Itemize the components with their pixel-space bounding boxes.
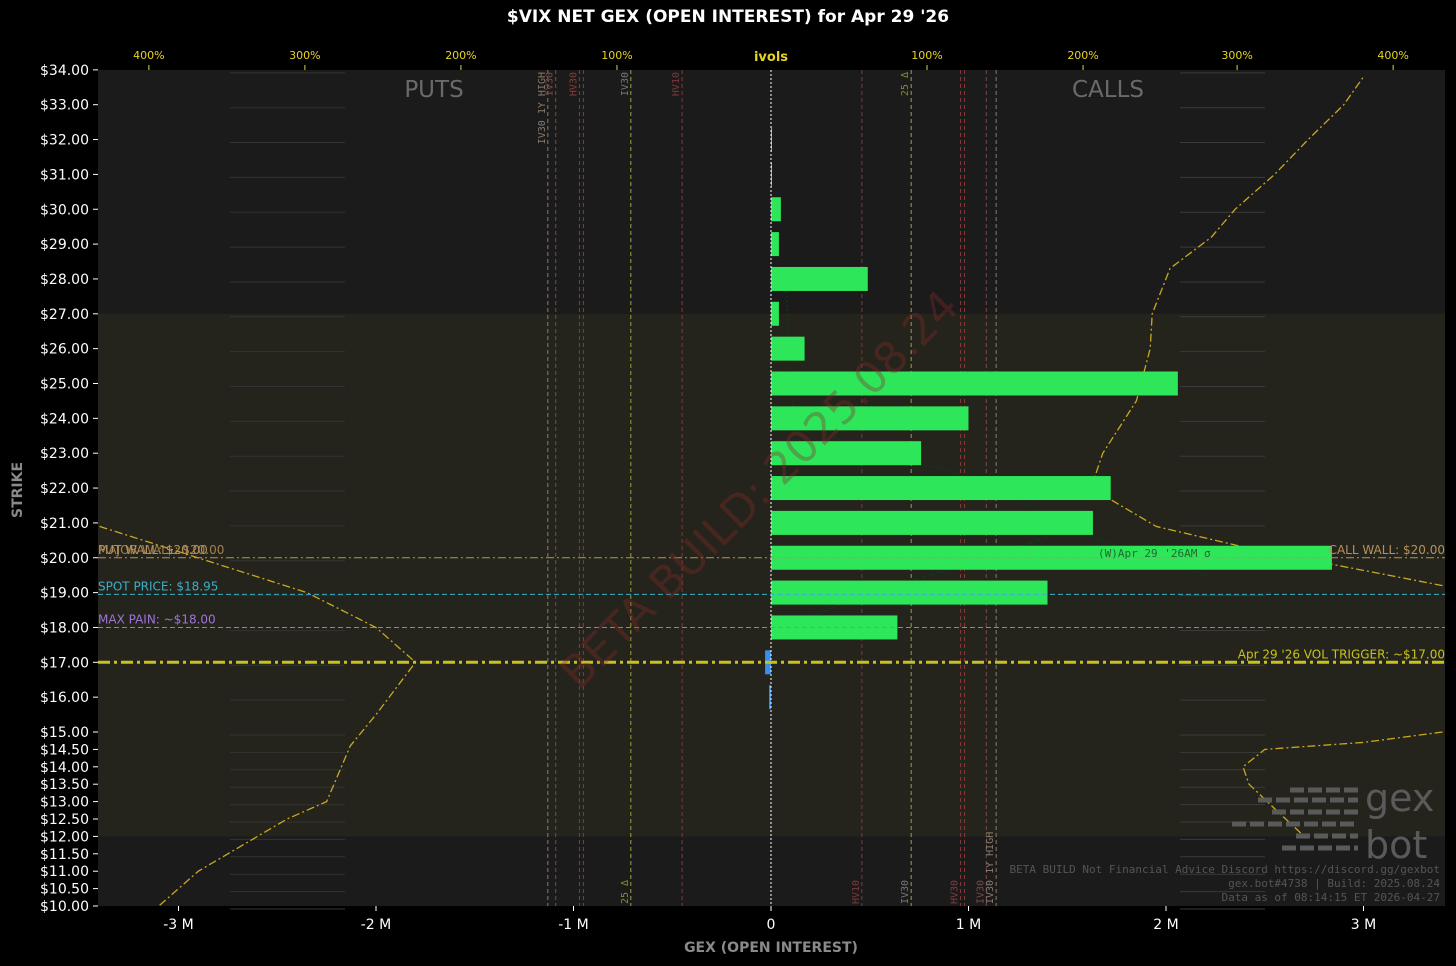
price-level-label: SPOT PRICE: $18.95 [98,579,218,593]
x-tick-label: -1 M [558,917,589,933]
ivol-reference-label: IV30 [545,72,556,96]
y-tick-label: $21.00 [40,516,89,532]
x-tick-label: 2 M [1153,917,1178,933]
top-tick-label: 300% [289,49,320,62]
logo-text-gex: gex [1365,776,1434,820]
y-tick-label: $17.00 [40,655,89,671]
top-tick-label: 400% [1377,49,1408,62]
top-tick-label: 100% [911,49,942,62]
y-tick-label: $13.50 [40,777,89,793]
y-tick-label: $30.00 [40,202,89,218]
gex-bar [771,197,781,222]
ivol-reference-label: HV30 [568,72,579,96]
gex-bar [771,580,1048,605]
gex-chart: IV30 1Y HIGH IV30 HV30 IV30 25 Δ HV10 HV10 IV30… [10,49,1445,956]
x-tick-label: 3 M [1351,917,1376,933]
y-tick-label: $10.00 [40,899,89,915]
gex-bar [771,510,1093,535]
y-tick-label: $33.00 [40,98,89,114]
x-tick-label: 0 [767,917,776,933]
puts-side-label: PUTS [404,77,463,103]
ivol-reference-label: HV30 [950,880,961,904]
y-tick-label: $32.00 [40,133,89,149]
expiry-sigma-label: (W)Apr 29 '26AM σ [1098,547,1211,560]
top-axis-label: ivols [754,50,788,65]
ivol-reference-label: 25 Δ [900,72,911,96]
y-tick-label: $10.50 [40,882,89,898]
calls-side-label: CALLS [1072,77,1144,103]
y-tick-label: $14.50 [40,742,89,758]
y-tick-label: $26.00 [40,342,89,358]
y-tick-label: $13.00 [40,795,89,811]
footer-timestamp: Data as of 08:14:15 ET 2026-04-27 [1221,891,1440,904]
ivol-reference-label: 25 Δ [620,880,631,904]
logo-text-bot: bot [1365,823,1427,867]
top-tick-label: 100% [601,49,632,62]
y-tick-label: $25.00 [40,377,89,393]
gex-bar [769,685,771,710]
x-tick-label: 1 M [956,917,981,933]
footer-build: gex.bot#4738 | Build: 2025.08.24 [1228,877,1440,890]
y-tick-label: $24.00 [40,411,89,427]
y-tick-label: $23.00 [40,446,89,462]
ivol-reference-label: HV10 [671,72,682,96]
gex-bar [771,266,868,291]
y-tick-label: $12.00 [40,829,89,845]
y-tick-label: $28.00 [40,272,89,288]
y-axis-label: STRIKE [10,462,26,518]
y-tick-label: $11.50 [40,847,89,863]
ivol-reference-label: IV30 [620,72,631,96]
gex-bar [771,301,779,326]
y-tick-label: $31.00 [40,167,89,183]
top-tick-label: 200% [1067,49,1098,62]
gex-bar [771,232,779,257]
price-level-label: MAJOR WALL: $20.00 [98,543,224,557]
x-tick-label: -2 M [361,917,392,933]
x-axis-label: GEX (OPEN INTEREST) [684,940,858,956]
top-tick-label: 400% [133,49,164,62]
y-tick-label: $18.00 [40,620,89,636]
ivol-reference-label: IV30 1Y HIGH [985,832,996,904]
ivol-reference-label: HV10 [851,880,862,904]
price-level-label: MAX PAIN: ~$18.00 [98,612,216,626]
x-tick-label: -3 M [163,917,194,933]
y-tick-label: $34.00 [40,63,89,79]
y-tick-label: $22.00 [40,481,89,497]
y-tick-label: $27.00 [40,307,89,323]
price-level-label: CALL WALL: $20.00 [1329,543,1445,557]
top-tick-label: 200% [445,49,476,62]
top-tick-label: 300% [1221,49,1252,62]
y-tick-label: $20.00 [40,551,89,567]
y-tick-label: $15.00 [40,725,89,741]
y-tick-label: $29.00 [40,237,89,253]
y-tick-label: $19.00 [40,586,89,602]
y-tick-label: $16.00 [40,690,89,706]
ivol-reference-label: IV30 [900,880,911,904]
gex-bar [771,336,805,361]
y-tick-label: $12.50 [40,812,89,828]
gex-bar [771,476,1111,501]
y-tick-label: $11.00 [40,864,89,880]
y-tick-label: $14.00 [40,760,89,776]
price-level-label: Apr 29 '26 VOL TRIGGER: ~$17.00 [1238,647,1445,661]
